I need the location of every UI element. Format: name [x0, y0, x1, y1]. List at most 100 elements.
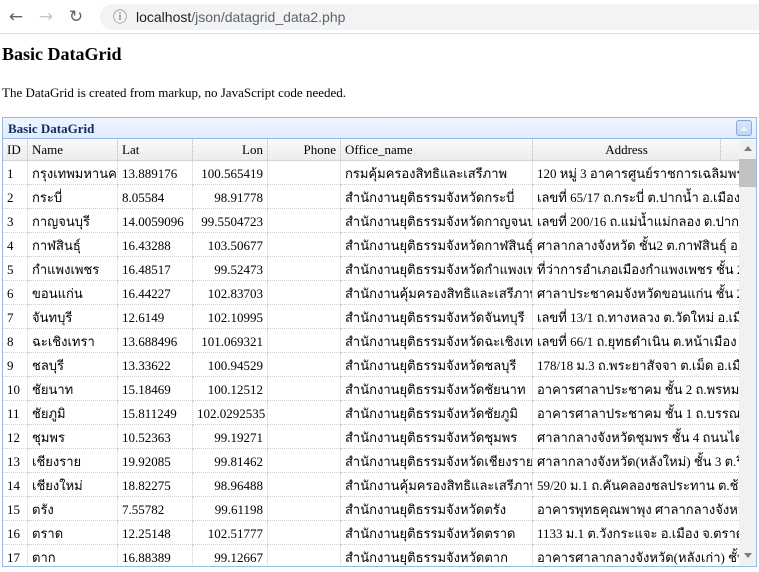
cell-name: กาฬสินธุ์: [28, 233, 118, 257]
cell-lat: 19.92085: [118, 449, 193, 473]
cell-address: อาคารศาลากลางจังหวัด(หลังเก่า) ชั้น 2 อ.…: [533, 545, 741, 565]
cell-lon: 103.50677: [193, 233, 268, 257]
table-row[interactable]: 6ขอนแก่น16.44227102.83703สำนักงานคุ้มครอ…: [3, 281, 741, 305]
table-row[interactable]: 14เชียงใหม่18.8227598.96488สำนักงานคุ้มค…: [3, 473, 741, 497]
table-row[interactable]: 10ชัยนาท15.18469100.12512สำนักงานยุติธรร…: [3, 377, 741, 401]
grid-body: 1กรุงเทพมหานคร13.889176100.565419กรมคุ้ม…: [3, 161, 741, 565]
table-row[interactable]: 9ชลบุรี13.33622100.94529สำนักงานยุติธรรม…: [3, 353, 741, 377]
cell-office_name: สำนักงานคุ้มครองสิทธิและเสรีภาพ ภาค 3: [341, 473, 533, 497]
vertical-scrollbar[interactable]: [739, 140, 756, 566]
cell-phone: [268, 185, 341, 209]
page-subtitle: The DataGrid is created from markup, no …: [2, 85, 757, 100]
cell-office_name: สำนักงานยุติธรรมจังหวัดกาญจนบุรี: [341, 209, 533, 233]
datagrid-panel: Basic DataGrid IDNameLatLonPhoneOffice_n…: [2, 117, 757, 567]
cell-id: 12: [3, 425, 28, 449]
cell-lon: 99.61198: [193, 497, 268, 521]
address-bar[interactable]: ⓘ localhost/json/datagrid_data2.php: [100, 4, 759, 30]
cell-address: 120 หมู่ 3 อาคารศูนย์ราชการเฉลิมพระเกียร…: [533, 161, 741, 185]
table-row[interactable]: 16ตราด12.25148102.51777สำนักงานยุติธรรมจ…: [3, 521, 741, 545]
cell-name: ชัยภูมิ: [28, 401, 118, 425]
cell-office_name: สำนักงานยุติธรรมจังหวัดชัยภูมิ: [341, 401, 533, 425]
cell-lon: 102.0292535: [193, 401, 268, 425]
cell-office_name: สำนักงานยุติธรรมจังหวัดฉะเชิงเทรา: [341, 329, 533, 353]
cell-phone: [268, 209, 341, 233]
table-row[interactable]: 3กาญจนบุรี14.005909699.5504723สำนักงานยุ…: [3, 209, 741, 233]
cell-name: กำแพงเพชร: [28, 257, 118, 281]
cell-office_name: สำนักงานคุ้มครองสิทธิและเสรีภาพ ภาค 2: [341, 281, 533, 305]
cell-phone: [268, 257, 341, 281]
url-path: /json/datagrid_data2.php: [191, 9, 345, 25]
cell-office_name: สำนักงานยุติธรรมจังหวัดตราด: [341, 521, 533, 545]
cell-address: ที่ว่าการอำเภอเมืองกำแพงเพชร ชั้น 2 ต.ใน…: [533, 257, 741, 281]
column-header-office_name[interactable]: Office_name: [341, 139, 533, 160]
panel-collapse-button[interactable]: [736, 120, 752, 136]
cell-address: เลขที่ 66/1 ถ.ยุทธดำเนิน ต.หน้าเมือง อ.เ…: [533, 329, 741, 353]
cell-lat: 16.43288: [118, 233, 193, 257]
column-header-phone[interactable]: Phone: [268, 139, 341, 160]
cell-address: 178/18 ม.3 ถ.พระยาสัจจา ต.เม็ด อ.เมือง จ…: [533, 353, 741, 377]
page-title: Basic DataGrid: [2, 43, 757, 65]
cell-lat: 13.889176: [118, 161, 193, 185]
cell-lat: 18.82275: [118, 473, 193, 497]
panel-title: Basic DataGrid: [8, 121, 94, 136]
table-row[interactable]: 5กำแพงเพชร16.4851799.52473สำนักงานยุติธร…: [3, 257, 741, 281]
cell-lat: 14.0059096: [118, 209, 193, 233]
forward-icon[interactable]: →: [32, 3, 60, 31]
cell-lon: 99.81462: [193, 449, 268, 473]
cell-address: ศาลาประชาคมจังหวัดขอนแก่น ชั้น 2 ถ.ศูนย์…: [533, 281, 741, 305]
column-header-id[interactable]: ID: [3, 139, 28, 160]
column-header-lon[interactable]: Lon: [193, 139, 268, 160]
scroll-up-button[interactable]: [739, 140, 756, 157]
page-info-icon[interactable]: ⓘ: [113, 7, 127, 27]
cell-phone: [268, 305, 341, 329]
cell-phone: [268, 281, 341, 305]
cell-lon: 98.91778: [193, 185, 268, 209]
cell-lon: 99.19271: [193, 425, 268, 449]
cell-name: ตรัง: [28, 497, 118, 521]
url-host: localhost: [136, 9, 191, 25]
table-row[interactable]: 2กระบี่8.0558498.91778สำนักงานยุติธรรมจั…: [3, 185, 741, 209]
table-row[interactable]: 1กรุงเทพมหานคร13.889176100.565419กรมคุ้ม…: [3, 161, 741, 185]
cell-id: 8: [3, 329, 28, 353]
cell-office_name: สำนักงานยุติธรรมจังหวัดชัยนาท: [341, 377, 533, 401]
cell-address: 1133 ม.1 ต.วังกระแจะ อ.เมือง จ.ตราด 2300…: [533, 521, 741, 545]
cell-address: ศาลากลางจังหวัดชุมพร ชั้น 4 ถนนไตรรัตน์: [533, 425, 741, 449]
cell-address: เลขที่ 65/17 ถ.กระบี่ ต.ปากน้ำ อ.เมือง จ…: [533, 185, 741, 209]
cell-phone: [268, 161, 341, 185]
reload-icon[interactable]: ↻: [62, 3, 90, 31]
table-row[interactable]: 13เชียงราย19.9208599.81462สำนักงานยุติธร…: [3, 449, 741, 473]
scroll-down-button[interactable]: [739, 547, 756, 564]
scrollbar-thumb[interactable]: [739, 159, 756, 187]
cell-lat: 15.18469: [118, 377, 193, 401]
table-row[interactable]: 11ชัยภูมิ15.811249102.0292535สำนักงานยุต…: [3, 401, 741, 425]
panel-header: Basic DataGrid: [3, 118, 756, 139]
table-row[interactable]: 8ฉะเชิงเทรา13.688496101.069321สำนักงานยุ…: [3, 329, 741, 353]
cell-name: ฉะเชิงเทรา: [28, 329, 118, 353]
back-icon[interactable]: ←: [2, 3, 30, 31]
table-row[interactable]: 15ตรัง7.5578299.61198สำนักงานยุติธรรมจัง…: [3, 497, 741, 521]
cell-lat: 13.33622: [118, 353, 193, 377]
cell-id: 3: [3, 209, 28, 233]
cell-address: อาคารศาลาประชาคม ชั้น 2 ถ.พรหมประเสริฐ: [533, 377, 741, 401]
table-row[interactable]: 4กาฬสินธุ์16.43288103.50677สำนักงานยุติธ…: [3, 233, 741, 257]
cell-address: ศาลากลางจังหวัด(หลังใหม่) ชั้น 3 ต.ริมกก…: [533, 449, 741, 473]
cell-id: 17: [3, 545, 28, 565]
table-row[interactable]: 12ชุมพร10.5236399.19271สำนักงานยุติธรรมจ…: [3, 425, 741, 449]
collapse-arrow-icon: [740, 126, 748, 131]
browser-toolbar: ← → ↻ ⓘ localhost/json/datagrid_data2.ph…: [0, 0, 759, 34]
cell-lon: 100.12512: [193, 377, 268, 401]
cell-office_name: กรมคุ้มครองสิทธิและเสรีภาพ: [341, 161, 533, 185]
table-row[interactable]: 7จันทบุรี12.6149102.10995สำนักงานยุติธรร…: [3, 305, 741, 329]
scroll-down-icon: [744, 553, 752, 558]
cell-id: 15: [3, 497, 28, 521]
cell-lat: 10.52363: [118, 425, 193, 449]
column-header-name[interactable]: Name: [28, 139, 118, 160]
cell-name: ขอนแก่น: [28, 281, 118, 305]
cell-address: 59/20 ม.1 ถ.คันคลองชลประทาน ต.ช้างเผือก: [533, 473, 741, 497]
cell-lat: 16.44227: [118, 281, 193, 305]
table-row[interactable]: 17ตาก16.8838999.12667สำนักงานยุติธรรมจัง…: [3, 545, 741, 565]
column-header-address[interactable]: Address: [533, 139, 721, 160]
column-header-lat[interactable]: Lat: [118, 139, 193, 160]
cell-lon: 100.94529: [193, 353, 268, 377]
cell-office_name: สำนักงานยุติธรรมจังหวัดกระบี่: [341, 185, 533, 209]
